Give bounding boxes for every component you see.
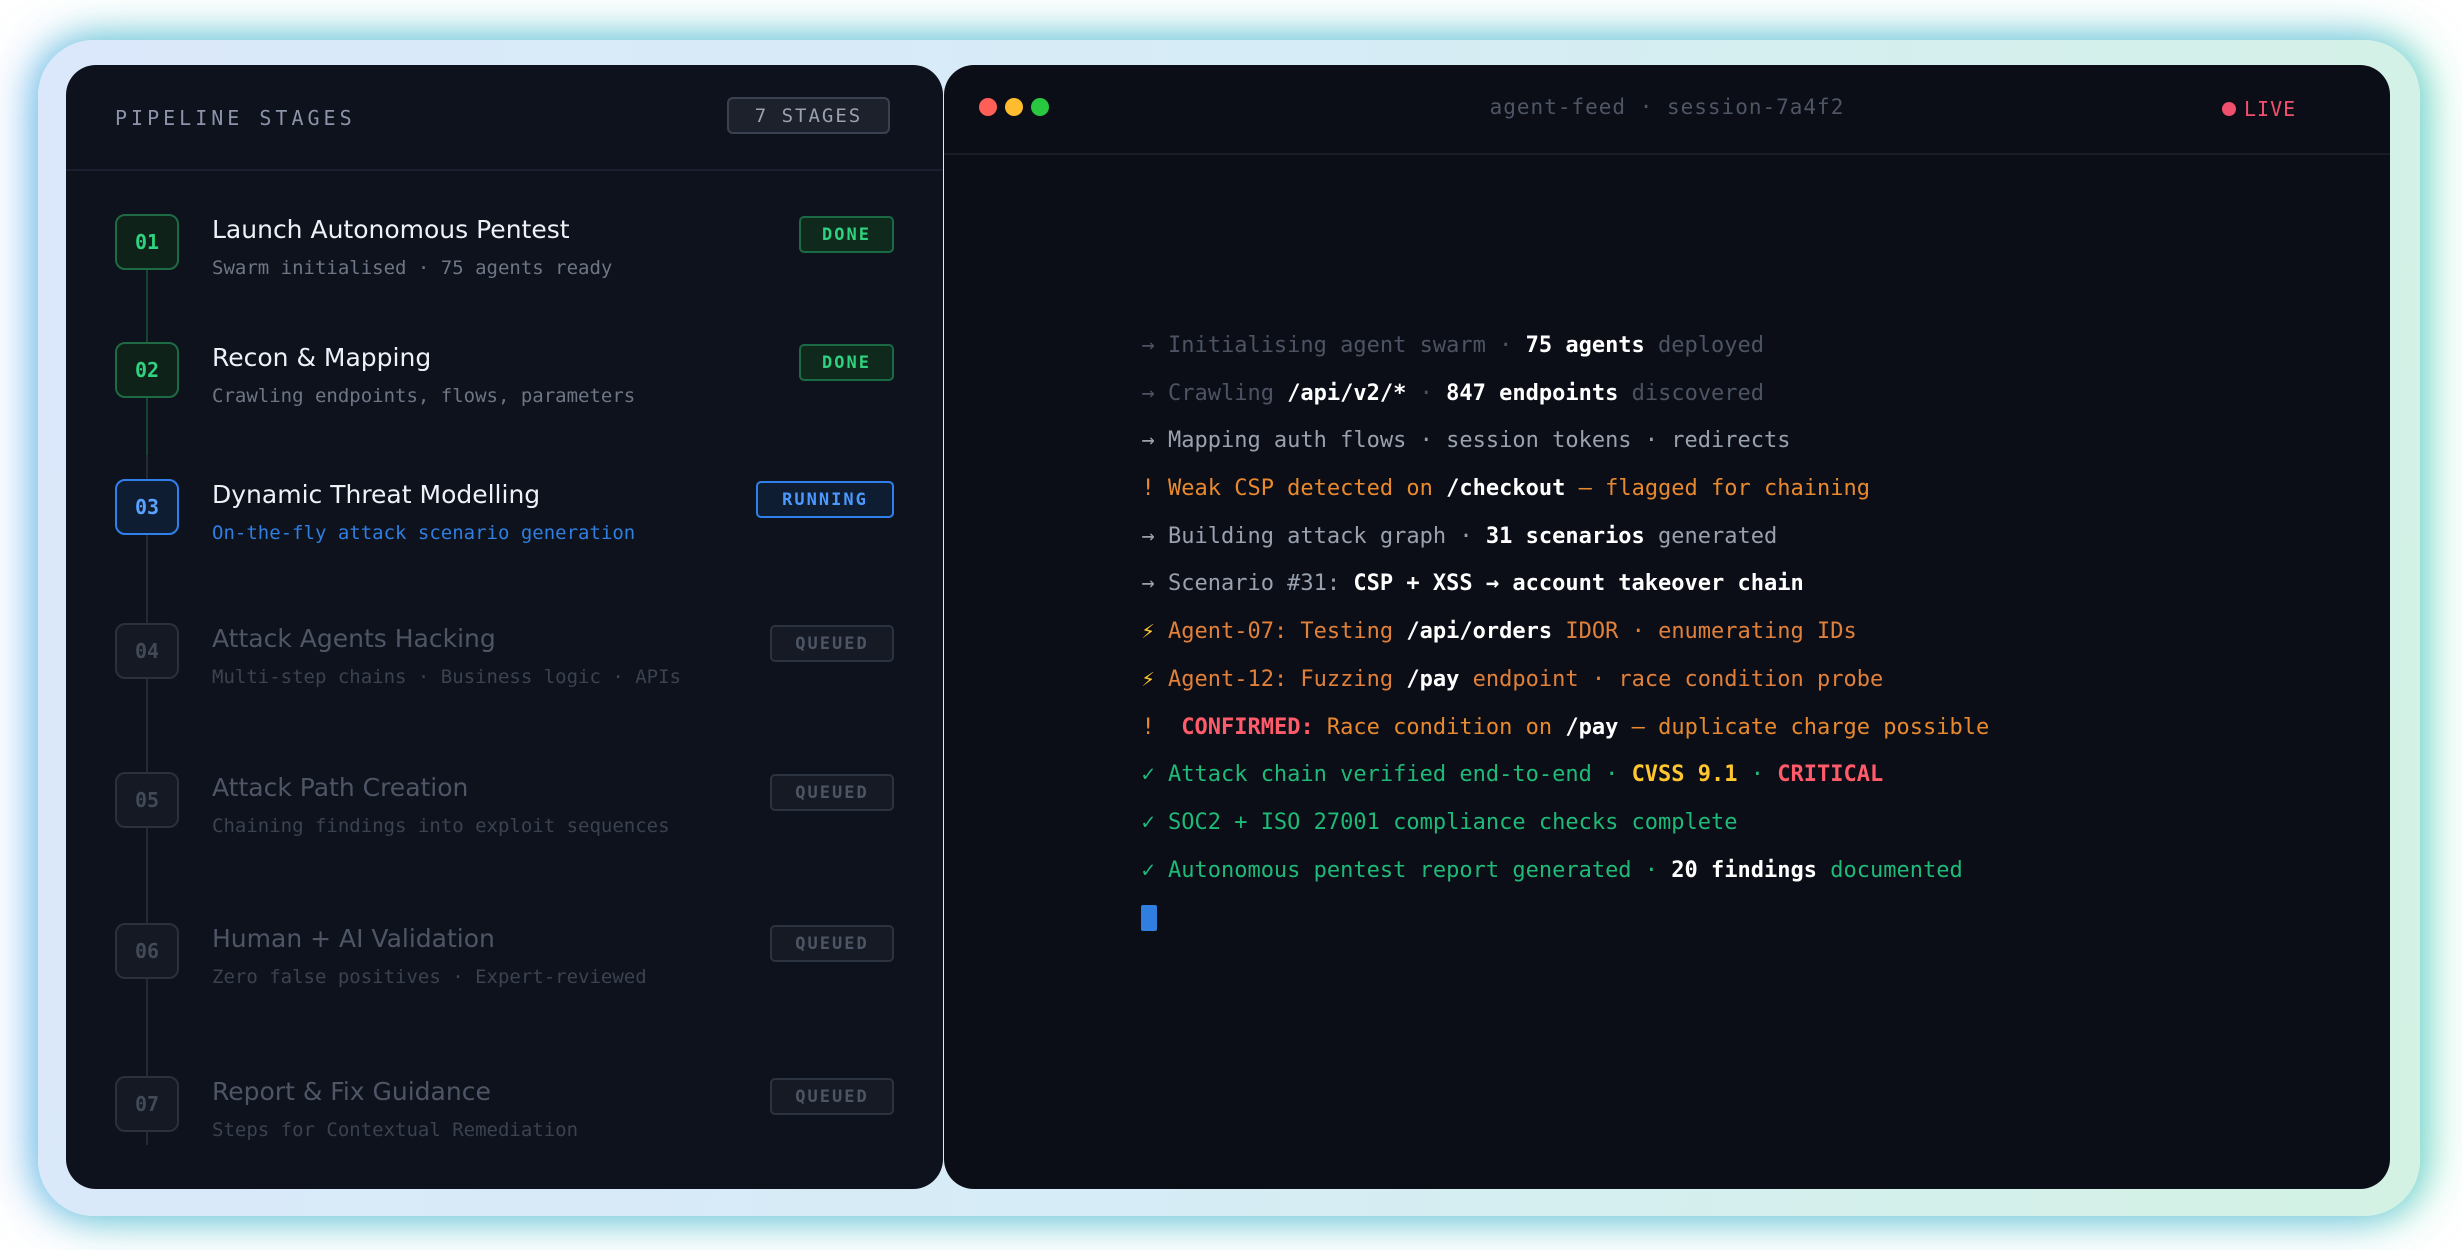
stage-count-badge: 7 STAGES: [727, 97, 890, 134]
log-segment: → Crawling: [1141, 380, 1288, 406]
log-segment: /api/orders: [1406, 619, 1553, 645]
log-segment: /pay: [1406, 666, 1460, 692]
log-segment: ✓ Attack chain verified end-to-end ·: [1141, 762, 1632, 788]
stage-number: 04: [115, 623, 179, 679]
stage-title: Report & Fix Guidance: [212, 1077, 491, 1106]
stage-status-badge: QUEUED: [770, 625, 894, 662]
live-dot-icon: [2222, 102, 2236, 116]
log-segment: CONFIRMED:: [1181, 714, 1314, 740]
stage-subtitle: Crawling endpoints, flows, parameters: [212, 385, 636, 407]
log-segment: documented: [1817, 857, 1963, 883]
lightning-icon: ⚡: [1141, 666, 1168, 692]
stage-title: Attack Agents Hacking: [212, 624, 496, 653]
stage-status-badge: QUEUED: [770, 925, 894, 962]
log-segment: Agent-07: Testing: [1167, 619, 1407, 645]
pipeline-stages-panel: PIPELINE STAGES 7 STAGES 01 Launch Auton…: [66, 65, 943, 1189]
log-segment: → Building attack graph ·: [1141, 523, 1486, 549]
stage-status-badge: DONE: [799, 216, 894, 253]
log-segment: → Initialising agent swarm ·: [1141, 333, 1526, 358]
stage-title: Launch Autonomous Pentest: [212, 215, 570, 244]
lightning-icon: ⚡: [1141, 619, 1168, 645]
stage-number: 07: [115, 1076, 179, 1132]
log-segment: — flagged for chaining: [1565, 476, 1870, 502]
log-segment: /pay: [1565, 714, 1619, 740]
stage-status-badge: DONE: [799, 344, 894, 381]
terminal-cursor: [1141, 905, 1158, 932]
log-segment: — duplicate charge possible: [1618, 714, 1990, 740]
log-segment: CVSS 9.1: [1631, 762, 1738, 788]
log-segment: endpoint · race condition probe: [1459, 666, 1884, 692]
log-segment: → Mapping auth flows · session tokens · …: [1141, 428, 1791, 454]
stage-number: 05: [115, 772, 179, 828]
log-segment: ·: [1737, 762, 1778, 788]
log-segment: IDOR · enumerating IDs: [1552, 619, 1857, 645]
stage-subtitle: Steps for Contextual Remediation: [212, 1119, 579, 1141]
terminal-title: agent-feed · session-7a4f2: [1489, 95, 1845, 119]
stage-number: 06: [115, 923, 179, 979]
stage-subtitle: Multi-step chains · Business logic · API…: [212, 666, 681, 688]
log-segment: CRITICAL: [1777, 762, 1884, 788]
log-segment: ✓ Autonomous pentest report generated ·: [1141, 857, 1672, 883]
stage-number: 03: [115, 479, 179, 535]
stage-subtitle: On-the-fly attack scenario generation: [212, 522, 636, 544]
stage-title: Dynamic Threat Modelling: [212, 480, 541, 509]
stage-status-badge: QUEUED: [770, 774, 894, 811]
log-segment: discovered: [1618, 380, 1765, 406]
terminal-titlebar: agent-feed · session-7a4f2 LIVE: [944, 65, 2390, 155]
stage-status-badge: QUEUED: [770, 1078, 894, 1115]
log-segment: → Scenario #31:: [1141, 571, 1354, 597]
log-segment: ! Weak CSP detected on: [1141, 476, 1447, 502]
log-segment: deployed: [1644, 333, 1765, 358]
live-indicator: LIVE: [2222, 97, 2296, 121]
live-label: LIVE: [2244, 97, 2297, 121]
log-segment: 20 findings: [1671, 857, 1817, 883]
log-segment: ·: [1406, 380, 1447, 406]
agent-log: → Initialising agent swarm · 75 agents d…: [1062, 301, 1990, 932]
stage-subtitle: Swarm initialised · 75 agents ready: [212, 257, 613, 279]
log-segment: Agent-12: Fuzzing: [1167, 666, 1407, 692]
log-segment: 75 agents: [1525, 333, 1645, 358]
log-segment: 847 endpoints: [1446, 380, 1619, 406]
stage-status-badge: RUNNING: [756, 481, 894, 518]
agent-feed-terminal: agent-feed · session-7a4f2 LIVE → Initia…: [944, 65, 2390, 1189]
log-line: → Initialising agent swarm · 75 agents d…: [1062, 301, 1989, 358]
log-segment: /checkout: [1446, 476, 1566, 502]
log-segment: CSP + XSS → account takeover chain: [1353, 571, 1804, 597]
log-segment: 31 scenarios: [1485, 523, 1645, 549]
log-segment: generated: [1644, 523, 1778, 549]
log-segment: !: [1141, 714, 1182, 740]
pipeline-header: PIPELINE STAGES 7 STAGES: [66, 65, 943, 171]
stage-title: Recon & Mapping: [212, 343, 432, 372]
log-segment: ✓ SOC2 + ISO 27001 compliance checks com…: [1141, 809, 1738, 835]
stage-number: 02: [115, 342, 179, 398]
stage-subtitle: Chaining findings into exploit sequences: [212, 815, 670, 837]
pipeline-title: PIPELINE STAGES: [115, 106, 356, 130]
stage-number: 01: [115, 214, 179, 270]
stage-title: Attack Path Creation: [212, 773, 469, 802]
stage-title: Human + AI Validation: [212, 924, 495, 953]
stage-subtitle: Zero false positives · Expert-reviewed: [212, 966, 647, 988]
log-segment: Race condition on: [1313, 714, 1566, 740]
log-segment: /api/v2/*: [1287, 380, 1407, 406]
